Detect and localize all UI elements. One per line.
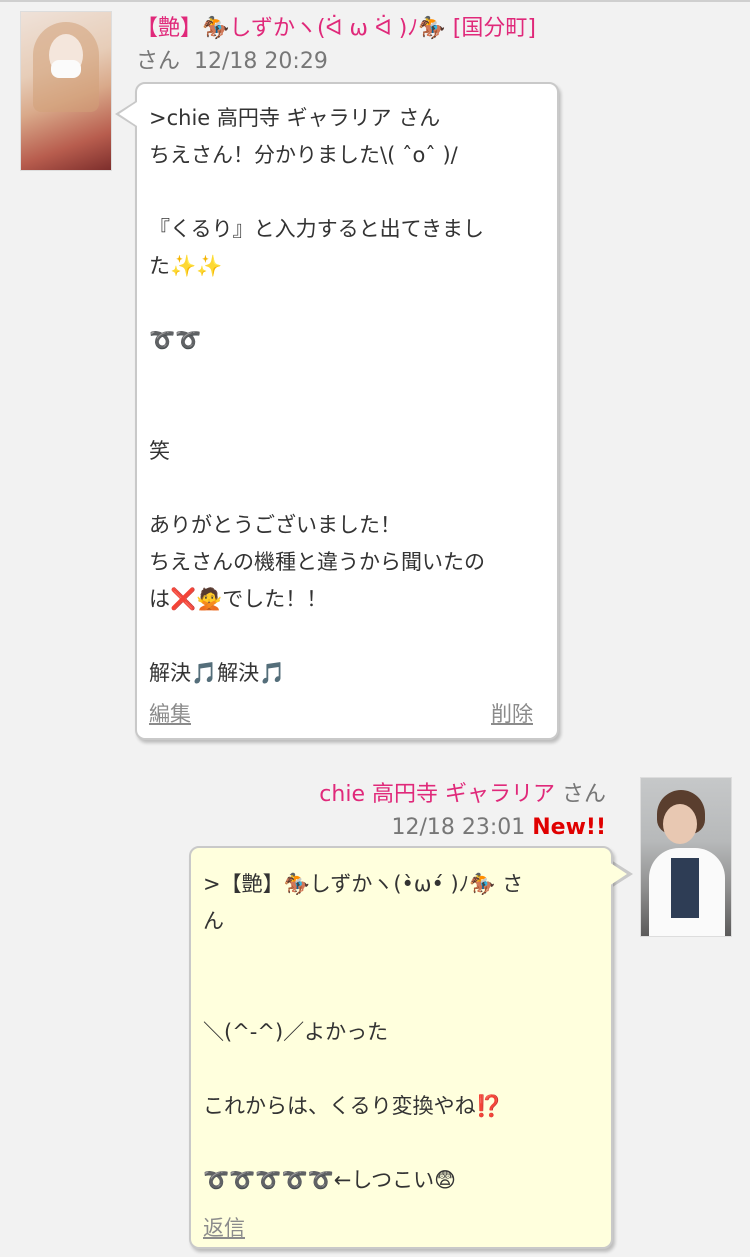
message-actions: 返信	[203, 1210, 587, 1247]
message-line: ちえさん！分かりました\( ˆoˆ )/	[149, 143, 458, 167]
message-line: これからは、くるり変換やね⁉️	[203, 1094, 502, 1118]
message-line	[149, 618, 545, 655]
message-line: ありがとうございました！	[149, 513, 401, 537]
top-divider	[0, 0, 750, 2]
message-line: ん	[203, 909, 224, 933]
message-bubble: >【艶】🏇しずかヽ(•̀ω•́ )ﾉ🏇 さ ん ＼(^-^)／よかった これから…	[189, 846, 613, 1249]
delete-link[interactable]: 削除	[491, 696, 533, 733]
message-line: 笑	[149, 439, 170, 463]
honorific: さん	[561, 782, 606, 807]
author-name[interactable]: chie 高円寺 ギャラリア	[319, 782, 555, 807]
message-line: >【艶】🏇しずかヽ(•̀ω•́ )ﾉ🏇 さ	[203, 872, 524, 896]
bubble-tail-inner	[609, 862, 627, 886]
new-badge: New!!	[532, 815, 606, 840]
message-actions: 編集 削除	[149, 696, 533, 733]
avatar-scarf	[671, 858, 699, 918]
message-line	[149, 174, 545, 211]
message-line	[149, 470, 545, 507]
post-header: chie 高円寺 ギャラリア さん 12/18 23:01 New!!	[319, 778, 606, 844]
post-time: 12/18 23:01	[391, 815, 526, 840]
message-line: >chie 高円寺 ギャラリア さん	[149, 106, 441, 130]
post-time: 12/18 20:29	[194, 49, 328, 74]
avatar-face	[663, 804, 697, 844]
avatar[interactable]	[20, 11, 112, 171]
message-line	[203, 977, 599, 1014]
honorific: さん	[136, 49, 181, 74]
message-bubble: >chie 高円寺 ギャラリア さん ちえさん！分かりました\( ˆoˆ )/ …	[135, 82, 559, 740]
message-line	[149, 359, 545, 396]
message-line: ＼(^-^)／よかった	[203, 1020, 389, 1044]
message-line: は❌🙅でした！！	[149, 587, 328, 611]
message-line	[203, 1051, 599, 1088]
author-name[interactable]: 【艶】🏇しずかヽ(ᐛ ω ᐛ )ﾉ🏇 [国分町]	[136, 16, 536, 41]
message-line	[203, 1125, 599, 1162]
message-line: ➰➰➰➰➰←しつこい😨	[203, 1168, 456, 1192]
message-line	[149, 285, 545, 322]
message-line: ちえさんの機種と違うから聞いたの	[149, 550, 485, 574]
avatar-mask	[51, 60, 81, 78]
avatar[interactable]	[640, 777, 732, 937]
message-line	[203, 940, 599, 977]
message-line: 『くるり』と入力すると出てきまし	[149, 217, 484, 241]
post-header: 【艶】🏇しずかヽ(ᐛ ω ᐛ )ﾉ🏇 [国分町] さん 12/18 20:29	[136, 12, 546, 78]
message-line: 解決🎵解決🎵	[149, 661, 286, 685]
message-line	[149, 396, 545, 433]
message-line: ➰➰	[149, 328, 202, 352]
edit-link[interactable]: 編集	[149, 702, 191, 726]
message-line: た✨✨	[149, 254, 223, 278]
bubble-tail-inner	[119, 102, 137, 126]
reply-link[interactable]: 返信	[203, 1216, 245, 1240]
